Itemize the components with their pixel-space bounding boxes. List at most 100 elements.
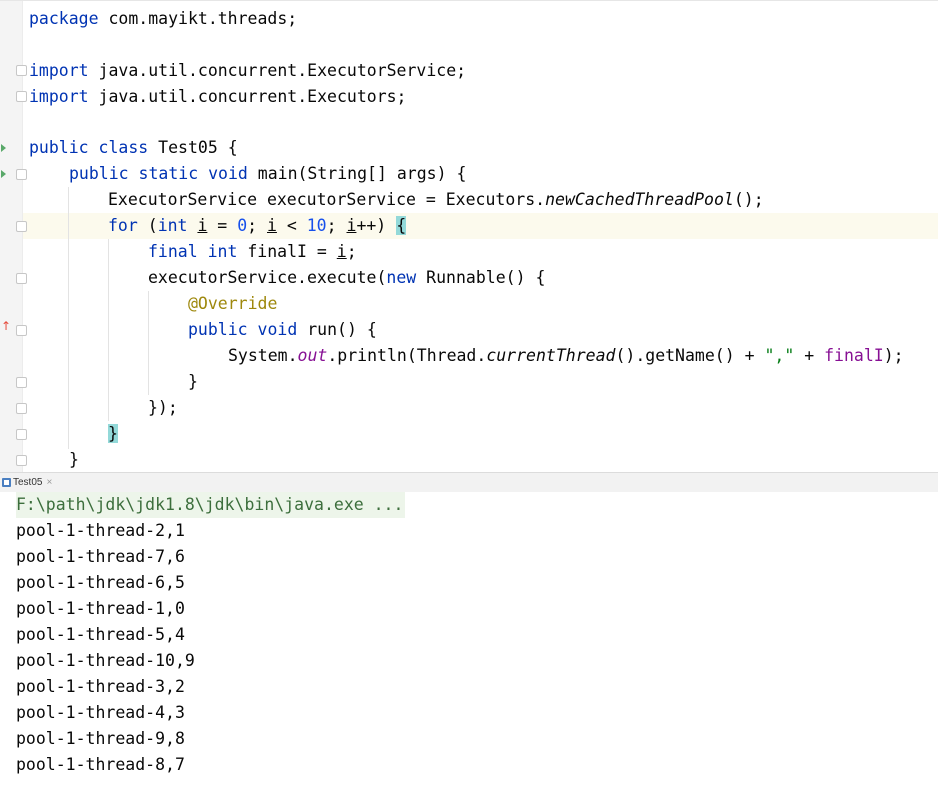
static-method-call: newCachedThreadPool xyxy=(545,190,734,209)
indent-guide xyxy=(108,239,109,421)
run-main-icon[interactable] xyxy=(1,170,6,178)
code-text: + xyxy=(794,346,825,365)
code-line-for[interactable]: for (int i = 0; i < 10; i++) { xyxy=(108,213,407,239)
code-text: } xyxy=(188,372,198,391)
fold-marker-icon[interactable] xyxy=(16,221,27,232)
code-editor[interactable]: ↑ package com.mayikt.threads; import jav… xyxy=(0,0,938,473)
console-output-line: pool-1-thread-8,7 xyxy=(16,755,185,774)
code-text: Test05 { xyxy=(148,138,238,157)
console-output-line: pool-1-thread-10,9 xyxy=(16,651,195,670)
fold-marker-icon[interactable] xyxy=(16,455,27,466)
code-line-main-decl[interactable]: public static void main(String[] args) { xyxy=(69,161,466,187)
fold-marker-icon[interactable] xyxy=(16,403,27,414)
code-line-println[interactable]: System.out.println(Thread.currentThread(… xyxy=(228,343,904,369)
keyword: static xyxy=(128,164,199,183)
code-text: ; xyxy=(346,242,357,261)
code-text: ( xyxy=(137,216,158,235)
code-text: = xyxy=(207,216,238,235)
number-literal: 0 xyxy=(237,216,248,235)
code-text: run() { xyxy=(297,320,377,339)
keyword: int xyxy=(157,216,188,235)
code-text: Runnable() { xyxy=(416,268,546,287)
keyword: new xyxy=(386,268,417,287)
fold-marker-icon[interactable] xyxy=(16,91,27,102)
fold-marker-icon[interactable] xyxy=(16,429,27,440)
console-output-line: pool-1-thread-2,1 xyxy=(16,521,185,540)
code-text: ; xyxy=(247,216,267,235)
keyword: import xyxy=(29,61,89,80)
variable: i xyxy=(197,216,208,235)
variable: i xyxy=(336,242,347,261)
fold-marker-icon[interactable] xyxy=(16,377,27,388)
run-class-icon[interactable] xyxy=(1,144,6,152)
keyword: public xyxy=(29,138,89,157)
code-line-close-main[interactable]: } xyxy=(69,447,79,473)
console-output-line: pool-1-thread-7,6 xyxy=(16,547,185,566)
console-output-line: pool-1-thread-1,0 xyxy=(16,599,185,618)
code-line-close-run[interactable]: } xyxy=(188,369,198,395)
code-line-import[interactable]: import java.util.concurrent.Executors; xyxy=(29,84,407,110)
keyword: for xyxy=(108,216,138,235)
console-command-line[interactable]: F:\path\jdk\jdk1.8\jdk\bin\java.exe ... xyxy=(16,492,406,518)
code-text: com.mayikt.threads; xyxy=(98,9,298,28)
code-line-class-decl[interactable]: public class Test05 { xyxy=(29,135,238,161)
console-output-line: pool-1-thread-5,4 xyxy=(16,625,185,644)
code-text: executorService.execute( xyxy=(148,268,387,287)
fold-marker-icon[interactable] xyxy=(16,325,27,336)
code-text: System. xyxy=(228,346,298,365)
console-output-line: pool-1-thread-6,5 xyxy=(16,573,185,592)
console-output-line: pool-1-thread-9,8 xyxy=(16,729,185,748)
code-text: .println(Thread. xyxy=(327,346,487,365)
code-line-close-runnable[interactable]: }); xyxy=(148,395,178,421)
code-line-execute[interactable]: executorService.execute(new Runnable() { xyxy=(148,265,545,291)
string-literal: "," xyxy=(764,346,795,365)
code-line-import[interactable]: import java.util.concurrent.ExecutorServ… xyxy=(29,58,466,84)
variable: i xyxy=(267,216,277,235)
run-tab-label: Test05 xyxy=(13,477,43,488)
code-text: (); xyxy=(733,190,764,209)
code-line-package[interactable]: package com.mayikt.threads; xyxy=(29,6,297,32)
captured-variable: finalI xyxy=(824,346,884,365)
code-line-final[interactable]: final int finalI = i; xyxy=(148,239,357,265)
matched-brace: } xyxy=(108,424,118,443)
code-text: }); xyxy=(148,398,178,417)
variable: i xyxy=(346,216,357,235)
code-text: ++) xyxy=(356,216,397,235)
keyword: public xyxy=(188,320,248,339)
keyword: void xyxy=(198,164,248,183)
code-line-run-decl[interactable]: public void run() { xyxy=(188,317,377,343)
code-text: ().getName() + xyxy=(615,346,765,365)
code-text: finalI = xyxy=(237,242,337,261)
matched-brace: { xyxy=(396,216,407,235)
fold-marker-icon[interactable] xyxy=(16,169,27,180)
fold-marker-icon[interactable] xyxy=(16,273,27,284)
static-method-call: currentThread xyxy=(486,346,616,365)
keyword: final xyxy=(148,242,198,261)
code-text: ExecutorService executorService = Execut… xyxy=(108,190,546,209)
code-text: java.util.concurrent.Executors; xyxy=(88,87,407,106)
run-config-icon xyxy=(2,478,11,487)
static-field: out xyxy=(297,346,328,365)
indent-guide xyxy=(68,187,69,449)
code-text: } xyxy=(69,450,79,469)
run-tab[interactable]: Test05 × xyxy=(0,473,56,492)
code-line-close-for[interactable]: } xyxy=(108,421,118,447)
annotation: @Override xyxy=(188,294,278,313)
console-output-line: pool-1-thread-3,2 xyxy=(16,677,185,696)
keyword: import xyxy=(29,87,89,106)
run-console[interactable]: F:\path\jdk\jdk1.8\jdk\bin\java.exe ... … xyxy=(0,492,938,810)
code-line-override[interactable]: @Override xyxy=(188,291,277,317)
keyword: public xyxy=(69,164,129,183)
number-literal: 10 xyxy=(306,216,327,235)
keyword: class xyxy=(88,138,149,157)
code-line-executor[interactable]: ExecutorService executorService = Execut… xyxy=(108,187,764,213)
keyword: package xyxy=(29,9,99,28)
close-icon[interactable]: × xyxy=(46,477,52,488)
fold-marker-icon[interactable] xyxy=(16,65,27,76)
indent-guide xyxy=(148,291,149,395)
keyword: void xyxy=(247,320,298,339)
console-output-line: pool-1-thread-4,3 xyxy=(16,703,185,722)
code-text: java.util.concurrent.ExecutorService; xyxy=(88,61,467,80)
override-method-icon[interactable]: ↑ xyxy=(1,319,11,333)
code-text: ; xyxy=(326,216,347,235)
